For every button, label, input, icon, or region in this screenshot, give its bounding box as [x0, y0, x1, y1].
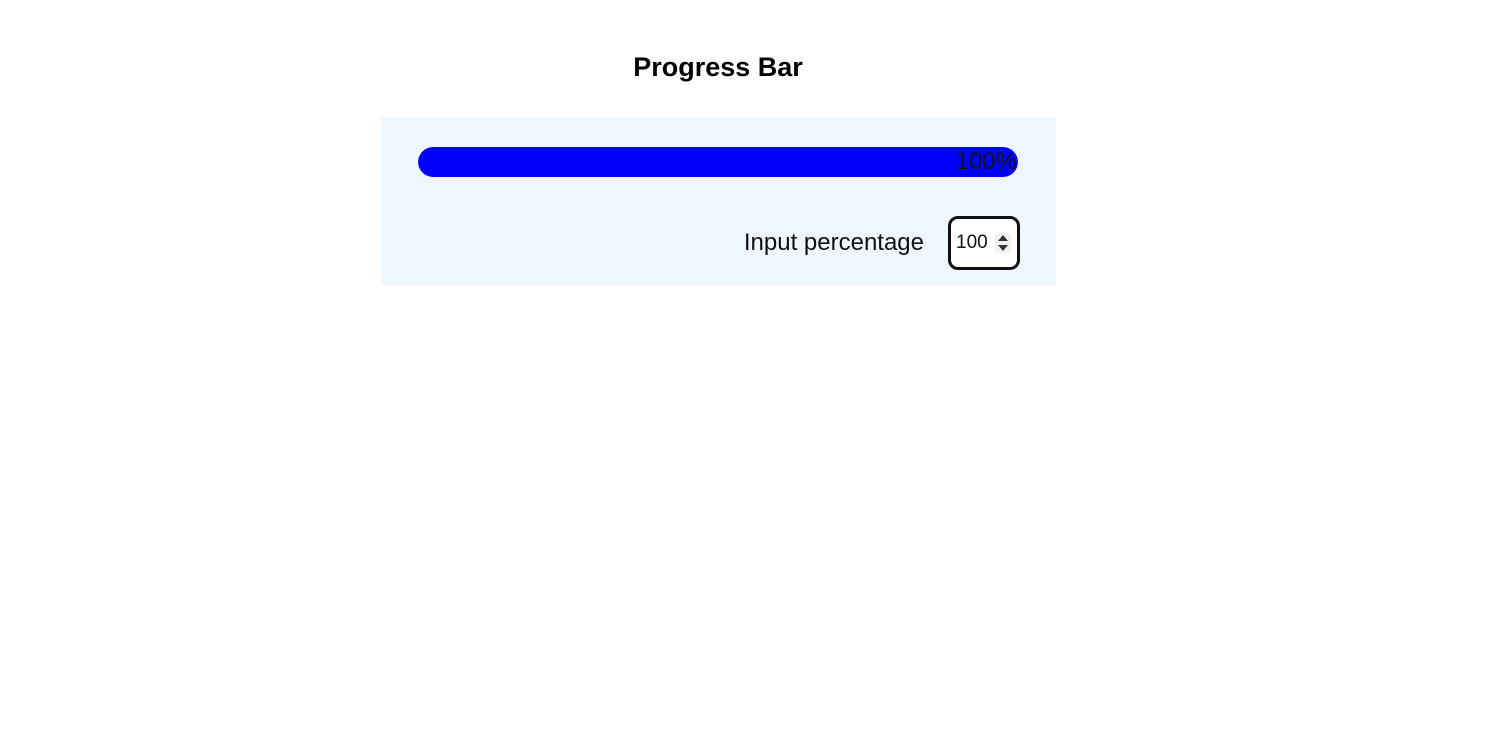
input-percentage-label: Input percentage	[743, 229, 924, 256]
progress-percentage-label: 100%	[955, 148, 1017, 175]
percentage-input-row: Input percentage 100	[744, 216, 1020, 270]
progress-panel: 100% Input percentage 100	[381, 117, 1056, 285]
number-spinner[interactable]	[995, 233, 1011, 253]
chevron-up-icon[interactable]	[998, 235, 1008, 241]
page-title: Progress Bar	[633, 52, 803, 82]
chevron-down-icon[interactable]	[998, 245, 1008, 251]
percentage-input-value[interactable]: 100	[956, 219, 988, 267]
percentage-number-input[interactable]: 100	[948, 216, 1020, 270]
progress-track: 100%	[418, 147, 1018, 177]
progress-fill	[418, 147, 1018, 177]
